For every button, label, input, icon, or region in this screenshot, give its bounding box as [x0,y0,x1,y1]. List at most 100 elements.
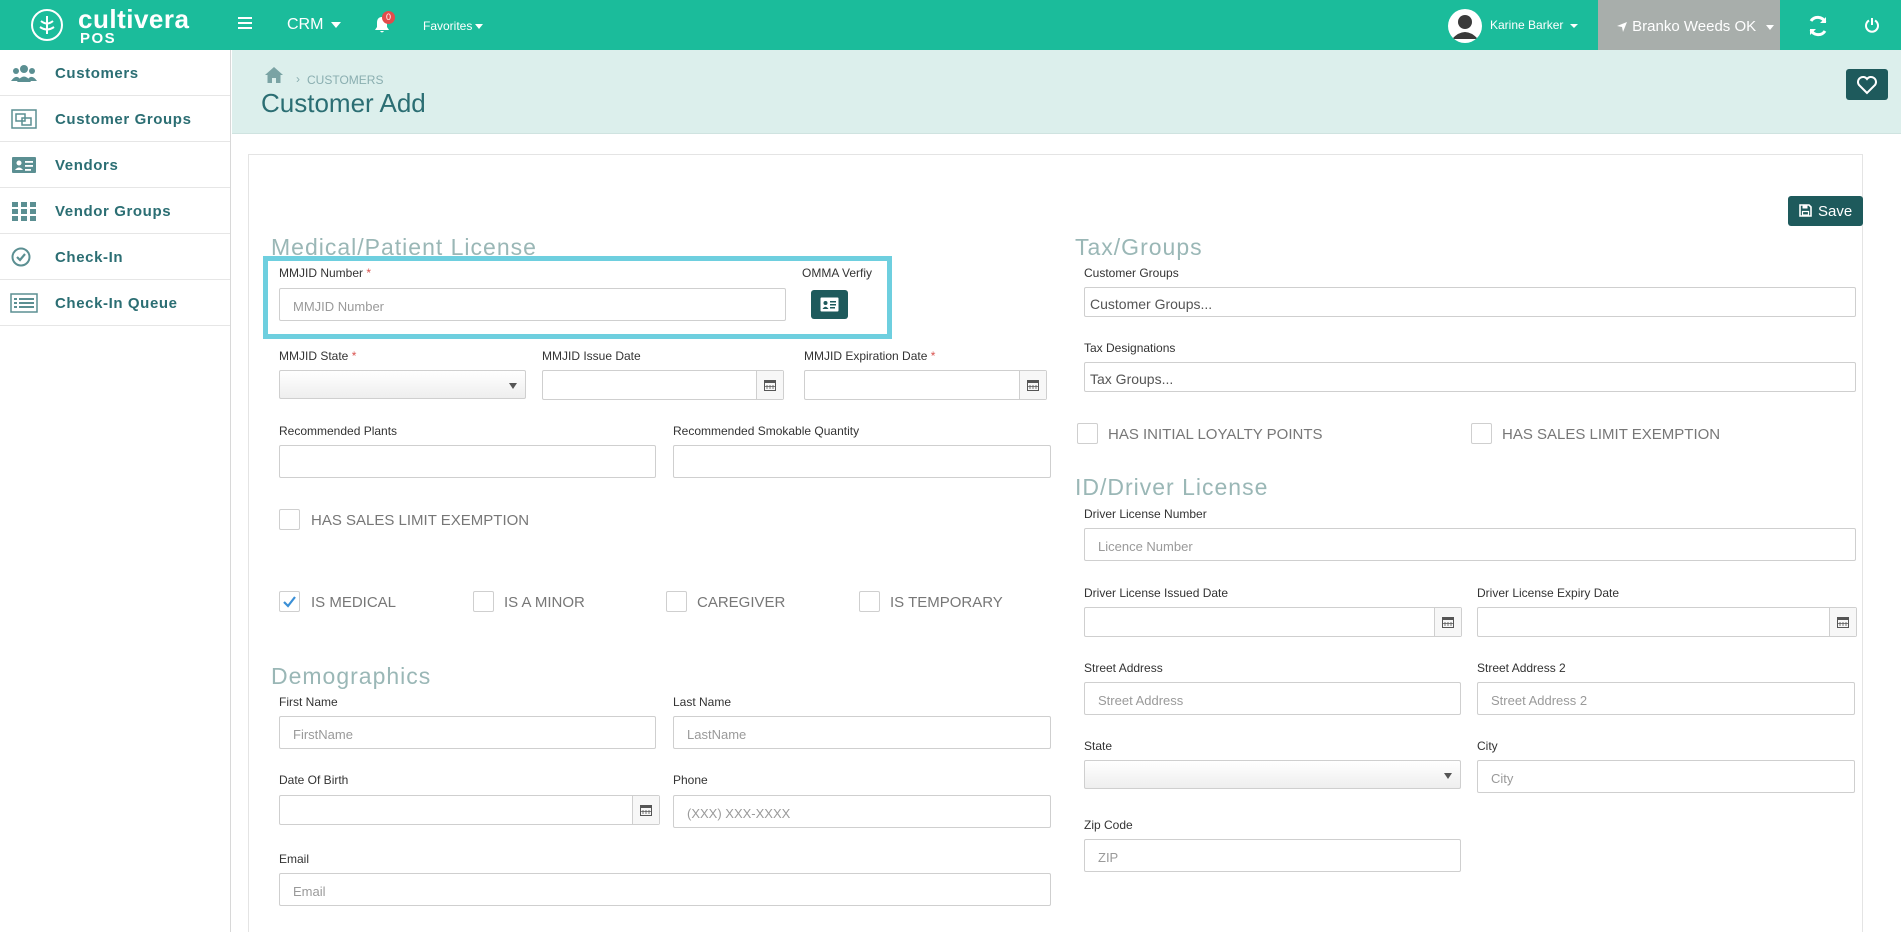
calendar-button[interactable] [1019,371,1046,399]
chevron-down-icon [475,24,484,30]
zip-code-placeholder: ZIP [1098,850,1119,865]
crm-label: CRM [287,16,324,33]
email-input[interactable]: Email [279,873,1051,906]
mmjid-issue-date-input[interactable] [542,370,784,400]
sidebar-item-check-in[interactable]: Check-In [0,234,230,280]
state-select[interactable] [1084,760,1461,789]
customer-groups-value: Customer Groups... [1090,296,1213,312]
save-button[interactable]: Save [1788,196,1863,226]
sidebar-item-label: Customers [55,65,139,82]
recommended-smokable-label: Recommended Smokable Quantity [673,424,860,438]
calendar-button[interactable] [1434,608,1461,636]
top-bar: cultivera POS CRM 0 Favorites Karine Bar… [0,0,1901,50]
id-card-icon [12,157,36,173]
sidebar-item-check-in-queue[interactable]: Check-In Queue [0,280,230,326]
calendar-icon [640,805,652,816]
heart-icon [1857,76,1877,95]
phone-input[interactable]: (XXX) XXX-XXXX [673,795,1051,828]
zip-code-input[interactable]: ZIP [1084,839,1461,872]
city-input[interactable]: City [1477,760,1855,793]
sidebar: Customers Customer Groups Vendors Vendor… [0,50,231,932]
sales-limit-exemption-label: HAS SALES LIMIT EXEMPTION [311,512,530,529]
driver-license-number-label: Driver License Number [1084,507,1207,521]
chevron-down-icon [330,21,341,28]
power-icon[interactable] [1864,17,1880,33]
calendar-icon [1837,617,1849,628]
check-icon [283,596,296,608]
section-title-driver-license: ID/Driver License [1075,474,1269,500]
driver-license-expiry-input[interactable] [1477,607,1857,637]
driver-license-number-input[interactable]: Licence Number [1084,528,1856,561]
recommended-smokable-input[interactable] [673,445,1051,478]
is-temporary-label: IS TEMPORARY [890,594,1003,611]
mmjid-number-placeholder: MMJID Number [293,299,385,314]
dob-input[interactable] [279,795,660,825]
first-name-input[interactable]: FirstName [279,716,656,749]
driver-license-issued-input[interactable] [1084,607,1462,637]
caregiver-label: CAREGIVER [697,594,786,611]
favorites-label: Favorites [423,19,473,33]
street-address-2-input[interactable]: Street Address 2 [1477,682,1855,715]
tax-sales-limit-checkbox[interactable] [1471,423,1492,444]
crm-menu[interactable]: CRM [287,16,341,34]
users-icon [11,65,37,82]
favorites-menu[interactable]: Favorites [423,19,484,33]
mmjid-expiration-date-input[interactable] [804,370,1047,400]
street-address-input[interactable]: Street Address [1084,682,1461,715]
is-medical-checkbox[interactable] [279,591,300,612]
avatar [1448,9,1482,43]
is-minor-label: IS A MINOR [504,594,585,611]
mmjid-state-select[interactable] [279,370,526,399]
recommended-plants-input[interactable] [279,445,656,478]
location-arrow-icon [1617,22,1627,33]
section-title-demographics: Demographics [271,663,432,689]
email-label: Email [279,852,310,866]
logo-mark-icon [31,9,63,41]
calendar-icon [1027,380,1039,391]
sales-limit-exemption-checkbox[interactable] [279,509,300,530]
page-title: Customer Add [261,88,426,118]
driver-license-expiry-label: Driver License Expiry Date [1477,586,1620,600]
is-minor-checkbox[interactable] [473,591,494,612]
tax-designations-input[interactable]: Tax Groups... [1084,362,1856,392]
breadcrumb[interactable]: CUSTOMERS [307,73,383,87]
initial-loyalty-checkbox[interactable] [1077,423,1098,444]
location-selector[interactable]: Branko Weeds OK [1598,0,1780,50]
refresh-icon[interactable] [1806,14,1830,38]
sidebar-item-vendor-groups[interactable]: Vendor Groups [0,188,230,234]
mmjid-number-input[interactable]: MMJID Number [279,288,786,321]
sidebar-item-customers[interactable]: Customers [0,50,230,96]
sidebar-item-label: Customer Groups [55,111,192,128]
is-medical-label: IS MEDICAL [311,594,397,611]
home-icon[interactable] [264,66,284,84]
street-address-label: Street Address [1084,661,1163,675]
menu-toggle-icon[interactable] [238,17,252,31]
check-circle-icon [11,247,31,267]
sidebar-item-vendors[interactable]: Vendors [0,142,230,188]
is-temporary-checkbox[interactable] [859,591,880,612]
last-name-label: Last Name [673,695,732,709]
customer-groups-input[interactable]: Customer Groups... [1084,287,1856,317]
sidebar-item-label: Check-In Queue [55,295,178,312]
street-address-2-placeholder: Street Address 2 [1491,693,1588,708]
calendar-button[interactable] [1829,608,1856,636]
phone-label: Phone [673,773,708,787]
initial-loyalty-label: HAS INITIAL LOYALTY POINTS [1108,426,1323,443]
calendar-button[interactable] [632,796,659,824]
last-name-input[interactable]: LastName [673,716,1051,749]
street-address-placeholder: Street Address [1098,693,1184,708]
omma-verify-button[interactable] [811,290,848,319]
page-header: › CUSTOMERS Customer Add [232,50,1901,134]
calendar-icon [764,380,776,391]
street-address-2-label: Street Address 2 [1477,661,1566,675]
sidebar-item-customer-groups[interactable]: Customer Groups [0,96,230,142]
recommended-plants-label: Recommended Plants [279,424,398,438]
favorite-button[interactable] [1846,69,1888,100]
dob-label: Date Of Birth [279,773,349,787]
logo[interactable]: cultivera POS [26,4,196,47]
omma-verify-label: OMMA Verfiy [802,266,873,280]
group-icon [11,109,37,129]
calendar-button[interactable] [756,371,783,399]
state-label: State [1084,739,1113,753]
caregiver-checkbox[interactable] [666,591,687,612]
